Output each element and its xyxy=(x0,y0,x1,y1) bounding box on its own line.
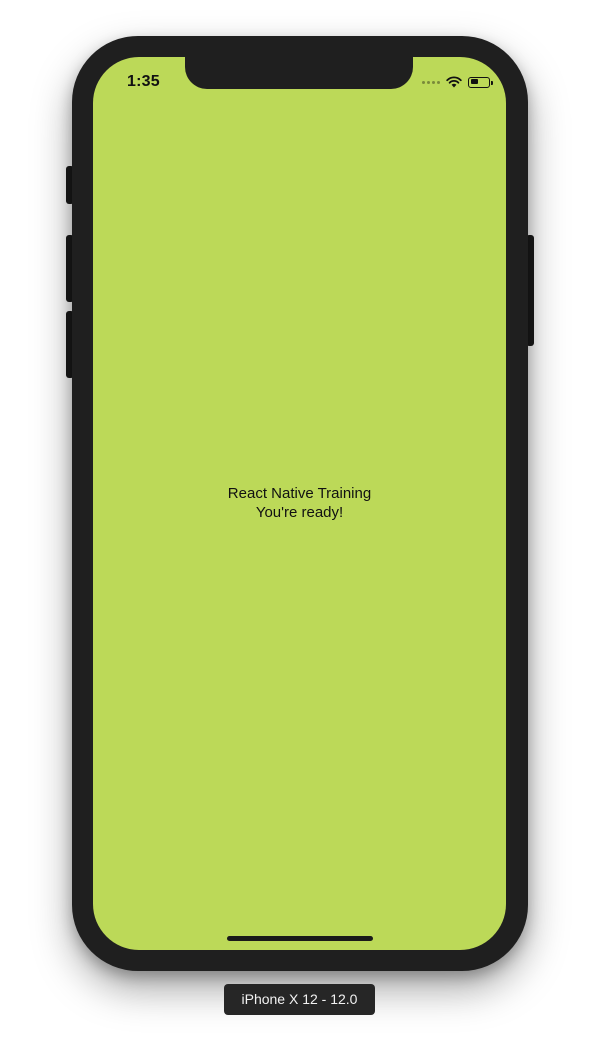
status-time: 1:35 xyxy=(127,73,160,90)
home-indicator[interactable] xyxy=(227,936,373,941)
status-icons xyxy=(422,75,493,89)
device-label: iPhone X 12 - 12.0 xyxy=(224,984,375,1015)
battery-icon xyxy=(468,76,493,88)
wifi-icon xyxy=(446,76,462,88)
app-title: React Native Training xyxy=(227,485,372,502)
simulator-stage: 1:35 React Native Training You're ready!… xyxy=(0,0,600,1061)
app-subtitle: You're ready! xyxy=(255,504,344,521)
cellular-signal-icon xyxy=(422,80,440,84)
welcome-message: React Native Training You're ready! xyxy=(93,484,506,522)
notch xyxy=(185,57,413,89)
app-screen[interactable]: 1:35 React Native Training You're ready! xyxy=(93,57,506,950)
